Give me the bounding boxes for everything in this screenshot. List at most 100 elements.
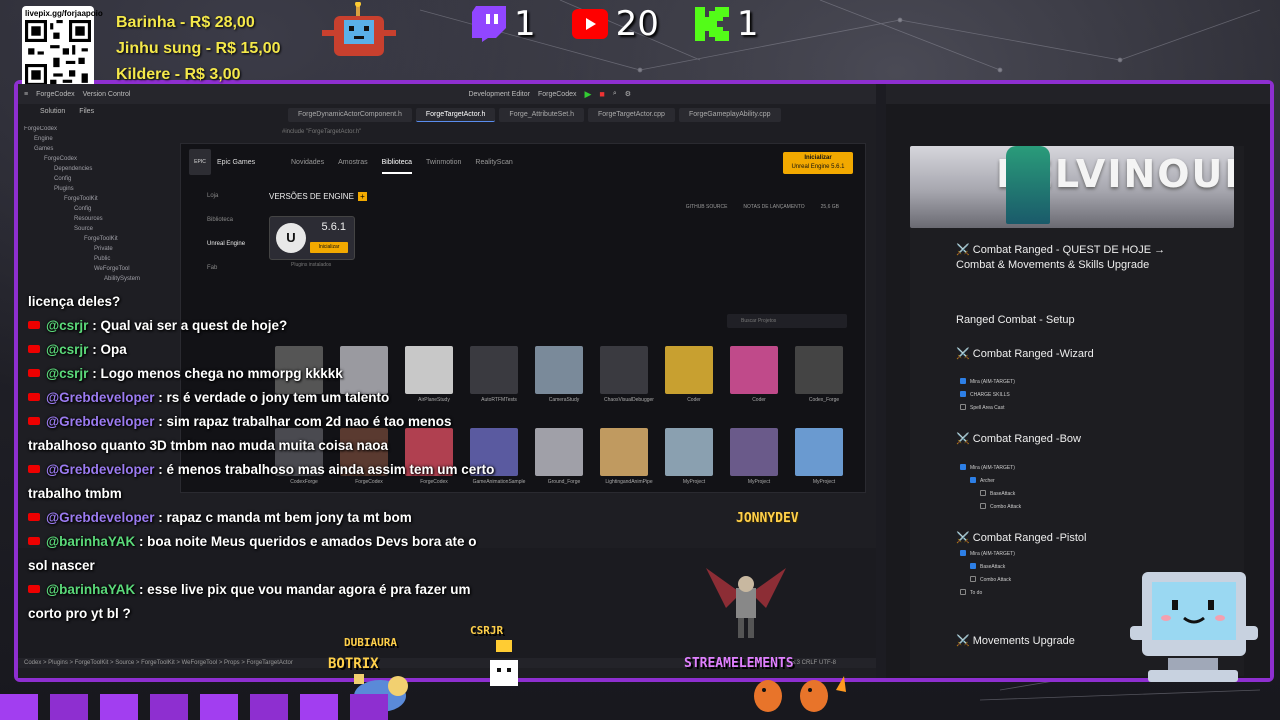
tree-item[interactable]: ForgeCodex xyxy=(24,124,276,134)
qr-url: livepix.gg/forjaapoio xyxy=(25,9,103,18)
checklist-item[interactable]: Combo Attack xyxy=(960,501,1021,514)
checkbox-empty-icon[interactable] xyxy=(980,503,986,509)
github-source-link[interactable]: GITHUB SOURCE xyxy=(686,204,728,210)
tab-twinmotion[interactable]: Twinmotion xyxy=(426,159,461,166)
section-title: VERSÕES DE ENGINE xyxy=(269,192,354,201)
checkbox-checked-icon[interactable] xyxy=(960,550,966,556)
editor-tab[interactable]: ForgeTargetActor.cpp xyxy=(588,108,675,122)
sidebar-item-loja[interactable]: Loja xyxy=(181,184,255,208)
config-selector[interactable]: Development Editor xyxy=(468,91,529,98)
project-card[interactable]: MyProject xyxy=(795,428,853,488)
computer-mascot-icon xyxy=(1130,572,1258,682)
project-card[interactable]: Coder xyxy=(730,346,788,406)
tab-novidades[interactable]: Novidades xyxy=(291,159,324,166)
project-card[interactable]: CameraStudy xyxy=(535,346,593,406)
code-line: #include "ForgeTargetActor.h" xyxy=(282,129,362,135)
chat-text: : Opa xyxy=(88,342,127,357)
project-name: ChaosVisualDebugger xyxy=(604,397,654,403)
project-card[interactable]: Codex_Forge xyxy=(795,346,853,406)
launch-button-label: Inicializar xyxy=(804,155,832,161)
project-search-input[interactable]: Buscar Projetos xyxy=(727,314,847,328)
checklist-item[interactable]: To do xyxy=(960,587,1015,600)
donation-qr: livepix.gg/forjaapoio xyxy=(22,6,103,88)
sidebar-item-unreal-engine[interactable]: Unreal Engine xyxy=(181,232,255,256)
project-thumbnail xyxy=(600,428,648,476)
chat-text: : Qual vai ser a quest de hoje? xyxy=(88,318,288,333)
project-selector[interactable]: ForgeCodex xyxy=(36,91,75,98)
checklist-item[interactable]: Combo Attack xyxy=(960,574,1015,587)
checkbox-checked-icon[interactable] xyxy=(960,378,966,384)
project-name: LightingandAnimPipe xyxy=(605,479,653,485)
checklist-item[interactable]: BaseAttack xyxy=(960,561,1015,574)
bar-block xyxy=(0,694,38,720)
installed-plugins-link[interactable]: Plugins instalados xyxy=(291,262,331,268)
tab-solution[interactable]: Solution xyxy=(40,108,65,122)
project-card[interactable]: MyProject xyxy=(665,428,723,488)
donation-item: Jinhu sung - R$ 15,00 xyxy=(116,40,281,57)
checklist-item[interactable]: Archer xyxy=(960,475,1021,488)
checklist-label: Archer xyxy=(980,478,995,484)
project-thumbnail xyxy=(795,428,843,476)
donation-item: Barinha - R$ 28,00 xyxy=(116,14,255,31)
editor-tab[interactable]: ForgeDynamicActorComponent.h xyxy=(288,108,412,122)
dynamite-mascot-icon xyxy=(322,2,396,56)
ide-titlebar: ≡ ForgeCodex Version Control Development… xyxy=(18,84,876,104)
streamelements-tag: STREAMELEMENTS xyxy=(684,656,794,671)
sidebar-item-fab[interactable]: Fab xyxy=(181,256,255,280)
checkbox-empty-icon[interactable] xyxy=(970,576,976,582)
sidebar-item-biblioteca[interactable]: Biblioteca xyxy=(181,208,255,232)
checklist-item[interactable]: Mira (AIM-TARGET) xyxy=(960,462,1021,475)
menu-icon[interactable]: ≡ xyxy=(24,91,28,98)
checkbox-empty-icon[interactable] xyxy=(980,490,986,496)
engine-links: GITHUB SOURCE NOTAS DE LANÇAMENTO 25,6 G… xyxy=(686,204,839,210)
version-control-menu[interactable]: Version Control xyxy=(83,91,131,98)
editor-tab-active[interactable]: ForgeTargetActor.h xyxy=(415,108,496,122)
checklist-label: Mira (AIM-TARGET) xyxy=(970,379,1015,385)
checklist-item[interactable]: Mira (AIM-TARGET) xyxy=(960,548,1015,561)
pixel-dev-sprite-icon xyxy=(490,640,518,686)
checkbox-checked-icon[interactable] xyxy=(960,464,966,470)
project-card[interactable]: Ground_Forge xyxy=(535,428,593,488)
gear-icon[interactable]: ⚙ xyxy=(625,90,631,98)
run-icon[interactable]: ▶ xyxy=(585,89,592,100)
unreal-logo-icon: U xyxy=(276,223,306,253)
project-card[interactable]: MyProject xyxy=(730,428,788,488)
checkbox-empty-icon[interactable] xyxy=(960,404,966,410)
checklist-label: To do xyxy=(970,590,983,596)
project-card[interactable]: Coder xyxy=(665,346,723,406)
engine-version-card[interactable]: U 5.6.1 Inicializar xyxy=(269,216,355,260)
checklist-item[interactable]: CHARGE SKILLS xyxy=(960,389,1015,402)
checklist-item[interactable]: BaseAttack xyxy=(960,488,1021,501)
tab-amostras[interactable]: Amostras xyxy=(338,159,368,166)
checklist-item[interactable]: Spell Area Cast xyxy=(960,402,1015,415)
chat-message: @csrjr : Logo menos chega no mmorpg kkkk… xyxy=(28,362,498,386)
kick-count: 1 xyxy=(736,4,759,44)
launch-engine-button[interactable]: Inicializar Unreal Engine 5.6.1 xyxy=(783,152,853,174)
chat-username: @csrjr xyxy=(46,318,89,333)
engine-launch-button[interactable]: Inicializar xyxy=(310,242,348,253)
editor-tab[interactable]: ForgeGameplayAbility.cpp xyxy=(678,108,781,122)
checkbox-checked-icon[interactable] xyxy=(960,391,966,397)
project-card[interactable]: ChaosVisualDebugger xyxy=(600,346,658,406)
tab-realityscan[interactable]: RealityScan xyxy=(475,159,512,166)
add-engine-icon[interactable]: + xyxy=(357,192,367,201)
tab-biblioteca[interactable]: Biblioteca xyxy=(381,159,412,174)
checklist-item[interactable]: Mira (AIM-TARGET) xyxy=(960,376,1015,389)
checkbox-checked-icon[interactable] xyxy=(970,477,976,483)
youtube-icon xyxy=(28,585,40,593)
release-notes-link[interactable]: NOTAS DE LANÇAMENTO xyxy=(743,204,804,210)
search-icon[interactable]: ⌕ xyxy=(613,90,617,98)
youtube-icon xyxy=(28,369,40,377)
project-name: MyProject xyxy=(812,479,836,485)
chat-text: : Logo menos chega no mmorpg kkkkk xyxy=(88,366,343,381)
project-card[interactable]: LightingandAnimPipe xyxy=(600,428,658,488)
stop-icon[interactable]: ■ xyxy=(599,89,604,99)
checkbox-checked-icon[interactable] xyxy=(970,563,976,569)
checkbox-empty-icon[interactable] xyxy=(960,589,966,595)
launcher-brand: Epic Games xyxy=(217,158,256,166)
editor-tab[interactable]: Forge_AttributeSet.h xyxy=(499,108,585,122)
code-editor[interactable]: #include "ForgeTargetActor.h" xyxy=(282,128,361,137)
run-target-selector[interactable]: ForgeCodex xyxy=(538,91,577,98)
tab-files[interactable]: Files xyxy=(79,108,94,122)
chat-username: @csrjr xyxy=(46,366,89,381)
